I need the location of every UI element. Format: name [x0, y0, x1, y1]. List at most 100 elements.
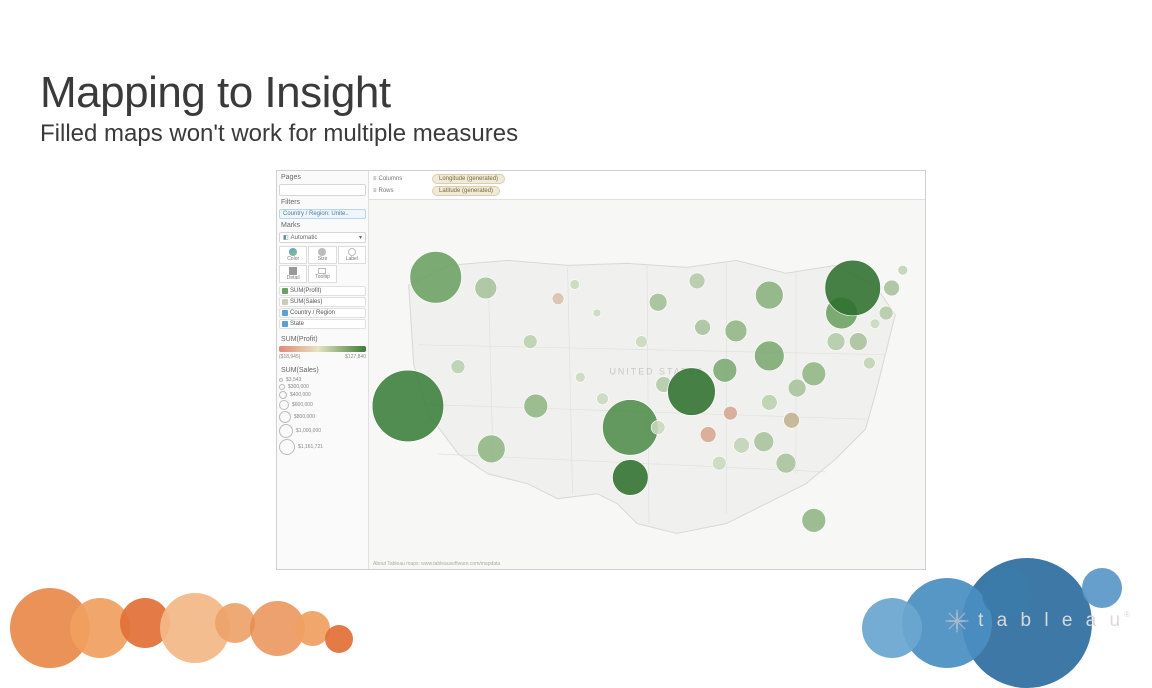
size-legend-title: SUM(Sales) [279, 366, 366, 375]
map-bubble[interactable] [754, 432, 774, 452]
viz-main: ≡Columns Longitude (generated) ≡Rows Lat… [369, 171, 925, 569]
automatic-icon: ◧ [283, 234, 289, 241]
filter-pill-country[interactable]: Country / Region: Unite.. [279, 209, 366, 219]
mark-fields-list: SUM(Profit)SUM(Sales) Country / Region Sta… [279, 285, 366, 329]
map-bubble[interactable] [754, 341, 784, 371]
mark-field-swatch [282, 288, 288, 294]
mark-field-row[interactable]: SUM(Profit) [279, 286, 366, 296]
size-legend-dot [279, 424, 293, 438]
map-bubble[interactable] [475, 277, 497, 299]
size-legend-dot [279, 411, 291, 423]
map-bubble[interactable] [863, 357, 875, 369]
color-legend-min: ($18,945) [279, 354, 300, 360]
map-bubble[interactable] [695, 319, 711, 335]
size-legend-dot [279, 378, 283, 382]
tableau-wordmark: t a b l e a u® [978, 610, 1130, 632]
rows-icon: ≡ [373, 188, 377, 194]
size-legend-label: $400,000 [290, 392, 311, 398]
mark-field-row[interactable]: Country / Region [279, 308, 366, 318]
map-bubble[interactable] [884, 280, 900, 296]
size-legend-label: $1,161,721 [298, 444, 323, 450]
size-legend-row: $600,000 [279, 400, 366, 410]
map-bubble[interactable] [713, 358, 737, 382]
marks-color-cell[interactable]: Color [279, 246, 307, 264]
map-bubble[interactable] [700, 427, 716, 443]
mark-field-swatch [282, 299, 288, 305]
map-attribution: About Tableau maps: www.tableausoftware.… [373, 561, 500, 567]
map-bubble[interactable] [689, 273, 705, 289]
map-bubble[interactable] [524, 394, 548, 418]
map-bubble[interactable] [776, 453, 796, 473]
size-legend-row: $1,161,721 [279, 439, 366, 455]
map-bubble[interactable] [825, 260, 881, 316]
size-legend-row: $400,000 [279, 391, 366, 399]
size-legend-dot [279, 384, 285, 390]
map-bubble[interactable] [879, 306, 893, 320]
map-bubble[interactable] [725, 320, 747, 342]
map-bubble[interactable] [761, 394, 777, 410]
map-bubble[interactable] [802, 362, 826, 386]
filters-shelf-label: Filters [279, 198, 366, 207]
map-bubble[interactable] [410, 251, 462, 303]
map-bubble[interactable] [451, 360, 465, 374]
map-bubble[interactable] [734, 437, 750, 453]
size-legend-row: $800,000 [279, 411, 366, 423]
map-bubble[interactable] [784, 412, 800, 428]
size-legend-label: $1,000,000 [296, 428, 321, 434]
map-bubble[interactable] [603, 400, 659, 456]
mark-field-row[interactable]: SUM(Sales) [279, 297, 366, 307]
map-bubble[interactable] [827, 333, 845, 351]
mark-field-swatch [282, 310, 288, 316]
columns-shelf-label: Columns [379, 176, 403, 182]
size-legend-label: $300,000 [288, 384, 309, 390]
slide-title: Mapping to Insight [40, 68, 391, 118]
size-legend-dot [279, 439, 295, 455]
map-bubble[interactable] [651, 420, 665, 434]
map-bubble[interactable] [552, 293, 564, 305]
marks-detail-cell[interactable]: Detail [279, 265, 307, 283]
marks-label-cell[interactable]: Label [338, 246, 366, 264]
marks-tooltip-cell[interactable]: Tooltip [308, 265, 336, 283]
marks-card-label: Marks [279, 221, 366, 230]
map-bubble[interactable] [849, 333, 867, 351]
columns-pill[interactable]: Longitude (generated) [432, 174, 505, 184]
size-legend-dot [279, 391, 287, 399]
map-bubble[interactable] [898, 265, 908, 275]
map-bubble[interactable] [870, 319, 880, 329]
map-bubble[interactable] [477, 435, 505, 463]
map-bubble[interactable] [593, 309, 601, 317]
map-bubble[interactable] [372, 370, 443, 441]
map-bubble[interactable] [635, 336, 647, 348]
size-legend: SUM(Sales) $3,543$300,000$400,000$600,00… [279, 366, 366, 455]
size-legend-dot [279, 400, 289, 410]
map-bubble[interactable] [612, 460, 648, 496]
color-legend: SUM(Profit) ($18,945) $127,840 [279, 335, 366, 360]
map-bubble[interactable] [723, 406, 737, 420]
map-bubble[interactable] [712, 456, 726, 470]
shelf-area: ≡Columns Longitude (generated) ≡Rows Lat… [369, 171, 925, 200]
map-bubble[interactable] [649, 293, 667, 311]
map-bubble[interactable] [575, 372, 585, 382]
mark-field-label: Country / Region [290, 310, 335, 316]
map-canvas[interactable]: UNITED STATES About Tableau maps: www.ta… [369, 200, 925, 569]
rows-shelf[interactable]: ≡Rows Latitude (generated) [373, 186, 921, 196]
columns-icon: ≡ [373, 176, 377, 182]
mark-type-selector[interactable]: ◧ Automatic ▾ [279, 232, 366, 243]
map-bubble[interactable] [755, 281, 783, 309]
columns-shelf[interactable]: ≡Columns Longitude (generated) [373, 174, 921, 184]
pages-shelf[interactable] [279, 184, 366, 196]
map-bubble[interactable] [668, 368, 716, 416]
marks-tooltip-label: Tooltip [315, 274, 329, 280]
map-bubble[interactable] [802, 508, 826, 532]
marks-label-label: Label [346, 256, 358, 262]
map-bubble[interactable] [788, 379, 806, 397]
color-legend-gradient [279, 346, 366, 352]
marks-detail-label: Detail [287, 275, 300, 281]
footer-bubbles [0, 558, 1152, 648]
marks-size-cell[interactable]: Size [308, 246, 336, 264]
map-bubble[interactable] [597, 393, 609, 405]
mark-field-row[interactable]: State [279, 319, 366, 329]
map-bubble[interactable] [523, 335, 537, 349]
rows-pill[interactable]: Latitude (generated) [432, 186, 500, 196]
map-bubble[interactable] [570, 279, 580, 289]
